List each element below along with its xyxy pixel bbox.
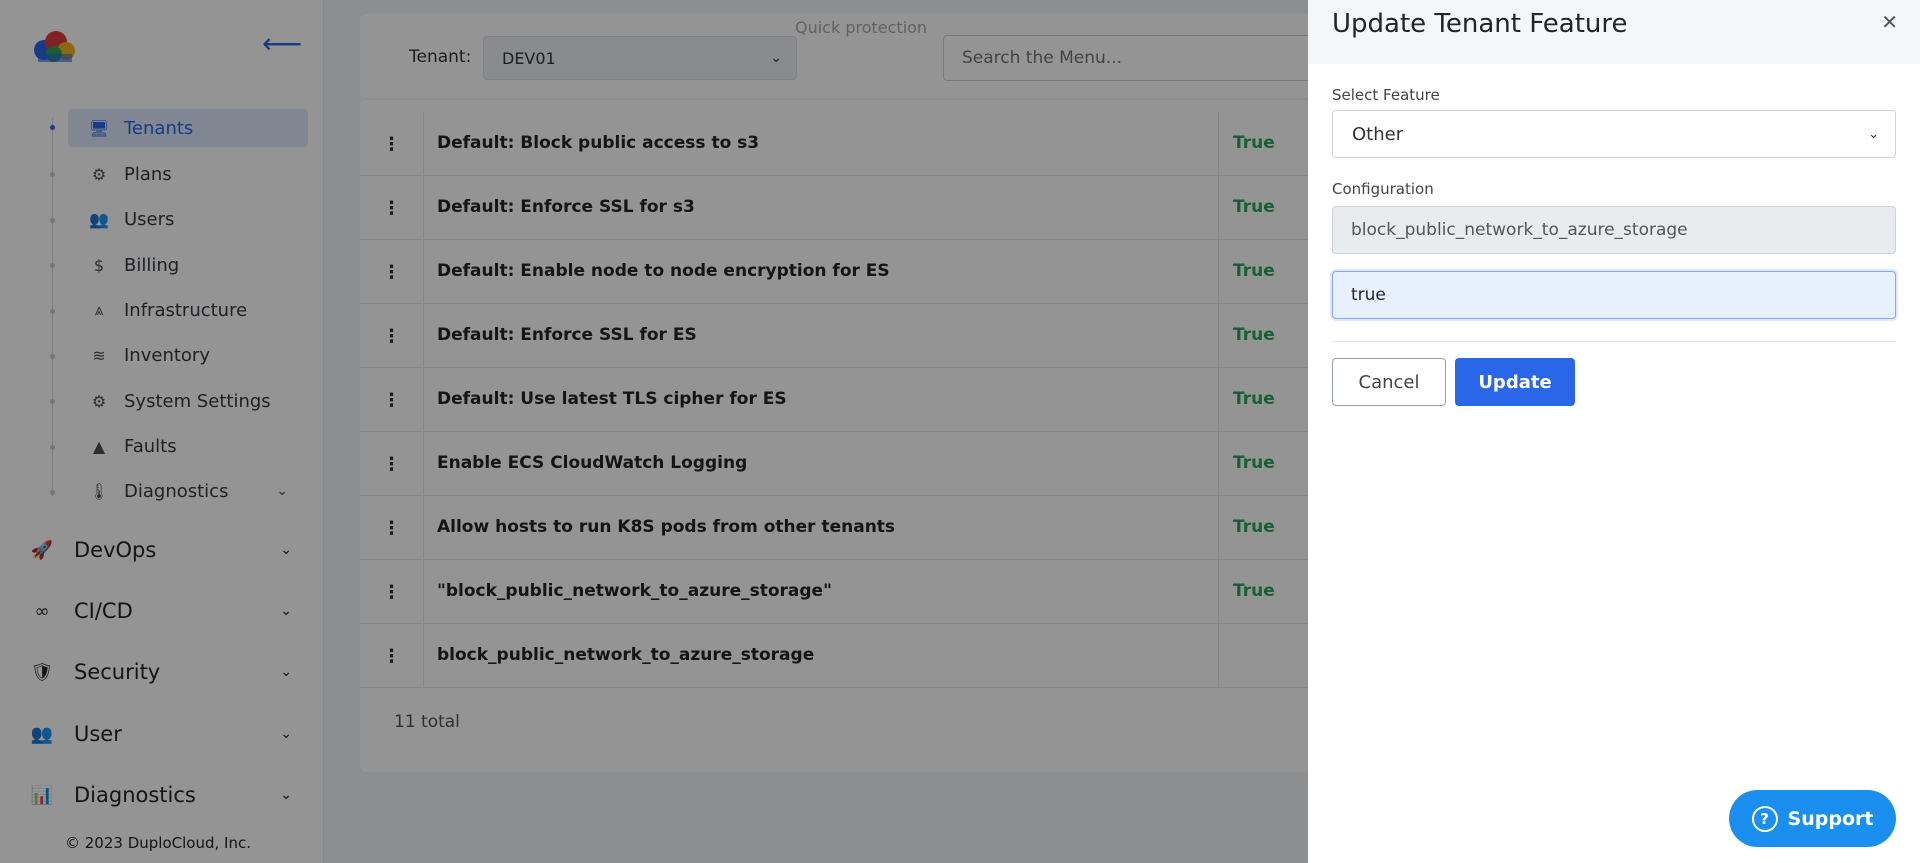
update-tenant-feature-drawer: Update Tenant Feature ✕ Select Feature O…: [1308, 0, 1920, 863]
drawer-title: Update Tenant Feature: [1332, 9, 1628, 39]
feature-value-input[interactable]: [1332, 271, 1896, 319]
divider: [1332, 341, 1896, 342]
close-icon[interactable]: ✕: [1881, 10, 1898, 34]
drawer-header: Update Tenant Feature ✕: [1308, 0, 1920, 64]
help-icon: ?: [1751, 805, 1778, 832]
select-feature-value: Other: [1352, 123, 1404, 145]
support-button[interactable]: ? Support: [1729, 790, 1896, 847]
update-button[interactable]: Update: [1455, 358, 1575, 406]
select-feature-label: Select Feature: [1332, 86, 1440, 104]
configuration-field[interactable]: [1332, 206, 1896, 254]
cancel-button[interactable]: Cancel: [1332, 358, 1446, 406]
select-feature-dropdown[interactable]: Other ⌄: [1332, 110, 1896, 158]
chevron-down-icon: ⌄: [1868, 126, 1879, 142]
support-label: Support: [1787, 807, 1874, 830]
configuration-label: Configuration: [1332, 180, 1434, 198]
